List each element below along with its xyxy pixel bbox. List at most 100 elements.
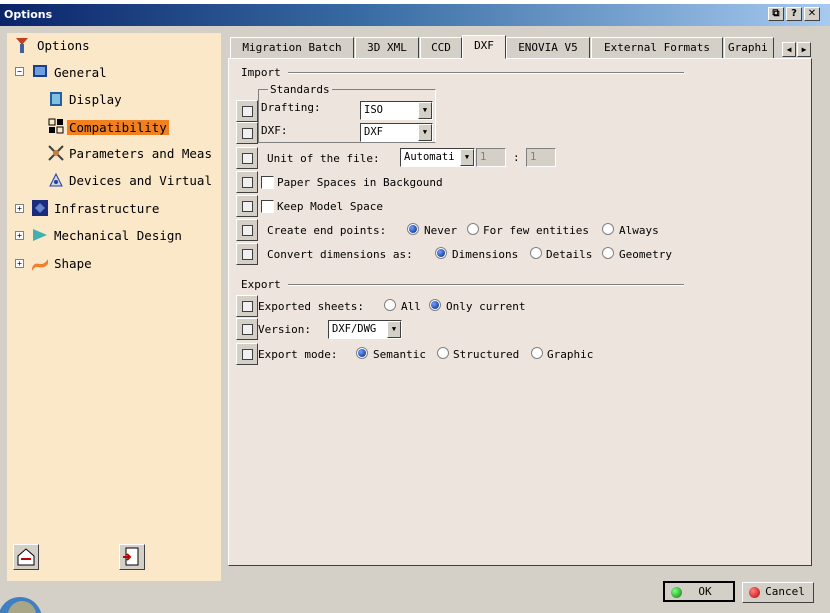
restore-button[interactable]: ⧉ — [768, 7, 784, 21]
unit-combo[interactable]: Automati ▼ — [400, 148, 475, 167]
sheets-label: Exported sheets: — [258, 300, 364, 313]
dxf-label: DXF: — [261, 124, 288, 137]
convert-lock-icon[interactable] — [236, 243, 258, 265]
drafting-value: ISO — [364, 104, 383, 116]
shape-icon — [32, 259, 48, 271]
standards-title: Standards — [268, 83, 332, 96]
dropdown-arrow-icon[interactable]: ▼ — [387, 321, 401, 338]
mode-label: Export mode: — [258, 348, 338, 361]
unit-field-2[interactable]: 1 — [526, 148, 556, 167]
import-section-title: Import — [241, 66, 281, 79]
close-button[interactable]: ✕ — [804, 7, 820, 21]
dropdown-arrow-icon[interactable]: ▼ — [418, 124, 432, 141]
cancel-icon — [749, 587, 760, 598]
tree-item-parameters[interactable]: Parameters and Meas — [69, 146, 212, 162]
tab-external-formats[interactable]: External Formats — [591, 37, 723, 59]
unit-lock-icon[interactable] — [236, 147, 258, 169]
tab-enovia-v5[interactable]: ENOVIA V5 — [506, 37, 590, 59]
expander-infrastructure[interactable]: + — [15, 204, 24, 213]
keep-model-lock-icon[interactable] — [236, 195, 258, 217]
drafting-label: Drafting: — [261, 101, 321, 114]
options-root-icon — [16, 38, 28, 53]
paper-spaces-checkbox[interactable] — [261, 176, 274, 189]
tree-item-general[interactable]: General — [54, 65, 107, 81]
expander-mechanical-design[interactable]: + — [15, 231, 24, 240]
end-points-always-radio[interactable] — [602, 223, 614, 235]
export-settings-button[interactable] — [119, 544, 145, 570]
display-icon — [50, 92, 62, 106]
document-export-icon — [123, 547, 139, 566]
mode-graphic-label: Graphic — [547, 348, 594, 361]
sheets-current-radio[interactable] — [429, 299, 441, 311]
infrastructure-icon — [32, 200, 48, 216]
end-points-always-label: Always — [619, 224, 659, 237]
mode-semantic-radio[interactable] — [356, 347, 368, 359]
tab-migration-batch[interactable]: Migration Batch — [230, 37, 354, 59]
drafting-lock-icon[interactable] — [236, 100, 258, 122]
convert-label: Convert dimensions as: — [267, 248, 413, 261]
end-points-label: Create end points: — [267, 224, 387, 237]
tree-root-options[interactable]: Options — [37, 38, 90, 54]
convert-dimensions-label: Dimensions — [452, 248, 519, 261]
paper-spaces-label: Paper Spaces in Backgound — [277, 176, 443, 189]
title-bar: Options ⧉ ? ✕ — [0, 4, 830, 26]
compatibility-icon — [48, 118, 64, 134]
expander-shape[interactable]: + — [15, 259, 24, 268]
tree-item-infrastructure[interactable]: Infrastructure — [54, 201, 159, 217]
import-divider — [288, 72, 684, 74]
dxf-lock-icon[interactable] — [236, 122, 258, 144]
ok-label: OK — [698, 585, 712, 598]
tab-ccd[interactable]: CCD — [420, 37, 462, 59]
tree-item-devices[interactable]: Devices and Virtual — [69, 173, 212, 189]
tab-scroll-right-icon[interactable]: ▶ — [797, 42, 811, 57]
drafting-combo[interactable]: ISO ▼ — [360, 101, 433, 120]
tree-item-mechanical-design[interactable]: Mechanical Design — [54, 228, 182, 244]
mode-structured-radio[interactable] — [437, 347, 449, 359]
tab-scroll-left-icon[interactable]: ◀ — [782, 42, 796, 57]
end-points-few-radio[interactable] — [467, 223, 479, 235]
reset-settings-button[interactable] — [13, 544, 39, 570]
ok-button[interactable]: OK — [663, 581, 735, 602]
sheets-lock-icon[interactable] — [236, 295, 258, 317]
sheets-all-radio[interactable] — [384, 299, 396, 311]
devices-icon — [49, 172, 63, 187]
convert-details-radio[interactable] — [530, 247, 542, 259]
end-points-few-label: For few entities — [483, 224, 589, 237]
version-value: DXF/DWG — [332, 323, 377, 335]
dxf-value: DXF — [364, 126, 383, 138]
unit-field-1[interactable]: 1 — [476, 148, 506, 167]
dxf-combo[interactable]: DXF ▼ — [360, 123, 433, 142]
cancel-button[interactable]: Cancel — [742, 582, 814, 603]
tree-item-compatibility[interactable]: Compatibility — [67, 120, 169, 136]
tab-dxf[interactable]: DXF — [462, 35, 506, 59]
decorative-globe-icon — [0, 597, 42, 613]
home-reset-icon — [17, 548, 35, 566]
mode-lock-icon[interactable] — [236, 343, 258, 365]
version-lock-icon[interactable] — [236, 318, 258, 340]
help-button[interactable]: ? — [786, 7, 802, 21]
tab-graphic[interactable]: Graphi — [724, 37, 774, 59]
end-points-never-label: Never — [424, 224, 458, 237]
tree-item-shape[interactable]: Shape — [54, 256, 92, 272]
paper-spaces-lock-icon[interactable] — [236, 171, 258, 193]
convert-dimensions-radio[interactable] — [435, 247, 447, 259]
dropdown-arrow-icon[interactable]: ▼ — [418, 102, 432, 119]
tab-3d-xml[interactable]: 3D XML — [355, 37, 419, 59]
window-title: Options — [4, 8, 53, 21]
convert-details-label: Details — [546, 248, 593, 261]
selected-highlight: Compatibility — [67, 120, 169, 135]
expander-general[interactable]: − — [15, 67, 24, 76]
ok-icon — [671, 587, 682, 598]
dropdown-arrow-icon[interactable]: ▼ — [460, 149, 474, 166]
export-section-title: Export — [241, 278, 281, 291]
version-combo[interactable]: DXF/DWG ▼ — [328, 320, 402, 339]
tree-item-display[interactable]: Display — [69, 92, 122, 108]
options-tree: Options − General Display Compatibility … — [7, 33, 221, 581]
keep-model-checkbox[interactable] — [261, 200, 274, 213]
mode-graphic-radio[interactable] — [531, 347, 543, 359]
parameters-icon — [48, 145, 64, 161]
sheets-all-label: All — [401, 300, 421, 313]
end-points-lock-icon[interactable] — [236, 219, 258, 241]
convert-geometry-radio[interactable] — [602, 247, 614, 259]
end-points-never-radio[interactable] — [407, 223, 419, 235]
